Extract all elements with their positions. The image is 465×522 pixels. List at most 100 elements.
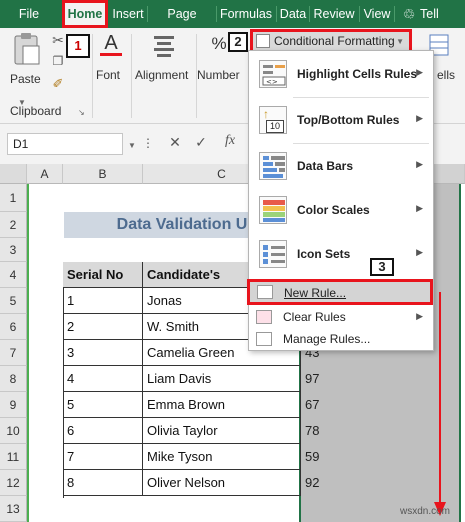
top-bottom-icon: ↑ 10 [259,106,287,134]
row-header[interactable]: 11 [0,444,27,470]
serial-cell[interactable]: 8 [63,470,143,496]
chevron-right-icon: ▶ [416,113,423,123]
step-2-badge: 2 [228,32,248,52]
menu-item-new-rule[interactable]: New Rule... [247,279,433,305]
candidate-cell[interactable]: Liam Davis [143,366,301,392]
score-cell[interactable]: 97 [305,366,319,392]
new-rule-icon [257,285,273,299]
format-painter-icon[interactable]: ✐ [50,76,66,92]
step-1-badge: 1 [66,34,90,58]
alignment-button[interactable]: Alignment [133,32,195,92]
select-all-corner[interactable] [0,164,27,184]
serial-cell[interactable]: 5 [63,392,143,418]
candidate-cell[interactable]: Emma Brown [143,392,301,418]
serial-cell[interactable]: 6 [63,418,143,444]
tab-page-layout[interactable]: Page Layou [149,0,215,49]
alignment-icon [154,36,174,57]
score-cell[interactable]: 78 [305,418,319,444]
cells-label: ells [437,68,456,82]
enter-icon[interactable]: ✓ [194,134,208,151]
icon-sets-label: Icon Sets [297,247,351,261]
row-header[interactable]: 4 [0,262,27,288]
menu-item-data-bars[interactable]: Data Bars ▶ [249,144,433,188]
row-header[interactable]: 8 [0,366,27,392]
tab-data[interactable]: Data [278,0,308,28]
candidate-cell[interactable]: Oliver Nelson [143,470,301,496]
cut-icon[interactable]: ✂ [50,32,66,49]
menu-item-icon-sets[interactable]: Icon Sets ▶ [249,232,433,276]
score-cell[interactable]: 92 [305,470,319,496]
candidate-cell[interactable]: Olivia Taylor [143,418,301,444]
paste-button[interactable]: Paste [8,32,46,92]
row-header[interactable]: 1 [0,184,27,212]
row-header[interactable]: 9 [0,392,27,418]
clipboard-launcher-icon[interactable]: ↘ [78,108,85,117]
tab-review[interactable]: Review [311,0,357,28]
menu-item-manage-rules[interactable]: Manage Rules... [249,328,433,352]
highlight-cells-label: Highlight Cells Rules [297,67,418,81]
paste-icon [14,33,40,65]
menu-item-top-bottom-rules[interactable]: ↑ 10 Top/Bottom Rules ▶ [249,98,433,142]
row-header[interactable]: 13 [0,496,27,522]
row-header[interactable]: 12 [0,470,27,496]
tab-formulas[interactable]: Formulas [218,0,274,28]
svg-text:<>: <> [266,78,278,86]
new-rule-label: New Rule... [284,286,347,300]
tab-divider [394,6,395,22]
serial-cell[interactable]: 1 [63,288,143,314]
icon-sets-icon [259,240,287,268]
chevron-right-icon: ▶ [416,311,423,321]
font-button[interactable]: A Font [94,32,128,92]
lightbulb-icon[interactable]: ♲ [400,0,418,28]
header-serial-no[interactable]: Serial No [63,262,143,288]
row-header[interactable]: 2 [0,212,27,238]
selection-border-left [27,184,29,522]
menu-item-highlight-cells-rules[interactable]: <> Highlight Cells Rules ▶ [249,51,433,97]
font-label: Font [96,68,121,82]
menu-item-color-scales[interactable]: Color Scales ▶ [249,188,433,232]
row-header[interactable]: 10 [0,418,27,444]
color-scales-label: Color Scales [297,203,370,217]
column-header-b[interactable]: B [63,164,143,184]
column-header-a[interactable]: A [27,164,63,184]
serial-cell[interactable]: 3 [63,340,143,366]
row-header[interactable]: 5 [0,288,27,314]
candidate-cell[interactable]: Mike Tyson [143,444,301,470]
clear-rules-label: Clear Rules [283,310,346,324]
serial-cell[interactable]: 2 [63,314,143,340]
manage-rules-icon [256,332,272,346]
insert-function-button[interactable]: fx [220,133,240,149]
chevron-right-icon: ▶ [416,203,423,213]
step-3-badge: 3 [370,258,394,276]
tab-divider [147,6,148,22]
conditional-formatting-icon [256,34,270,48]
chevron-right-icon: ▶ [416,247,423,257]
score-cell[interactable]: 67 [305,392,319,418]
selection-border [459,184,461,522]
name-box-dropdown-icon[interactable]: ▼ [128,141,136,150]
eraser-icon [256,310,272,324]
color-scales-icon [259,196,287,224]
tell-me-search[interactable]: Tell me... [420,0,465,49]
clipboard-group-label: Clipboard [10,104,62,118]
number-label: Number [197,68,240,82]
watermark: wsxdn.com [400,506,451,517]
tab-divider [276,6,277,22]
name-box[interactable]: D1 [7,133,123,155]
copy-icon[interactable]: ❐ [50,54,66,68]
serial-cell[interactable]: 7 [63,444,143,470]
score-cell[interactable]: 59 [305,444,319,470]
cancel-icon[interactable]: ✕ [168,134,182,151]
font-icon: A [100,32,122,56]
row-header[interactable]: 6 [0,314,27,340]
tab-view[interactable]: View [361,0,393,28]
tab-home[interactable]: Home [62,0,108,28]
tab-file[interactable]: File [4,0,54,28]
tab-divider [359,6,360,22]
row-header[interactable]: 7 [0,340,27,366]
row-header[interactable]: 3 [0,238,27,262]
data-bars-label: Data Bars [297,159,354,173]
serial-cell[interactable]: 4 [63,366,143,392]
menu-item-clear-rules[interactable]: Clear Rules ▶ [249,305,433,329]
tab-insert[interactable]: Insert [110,0,146,28]
